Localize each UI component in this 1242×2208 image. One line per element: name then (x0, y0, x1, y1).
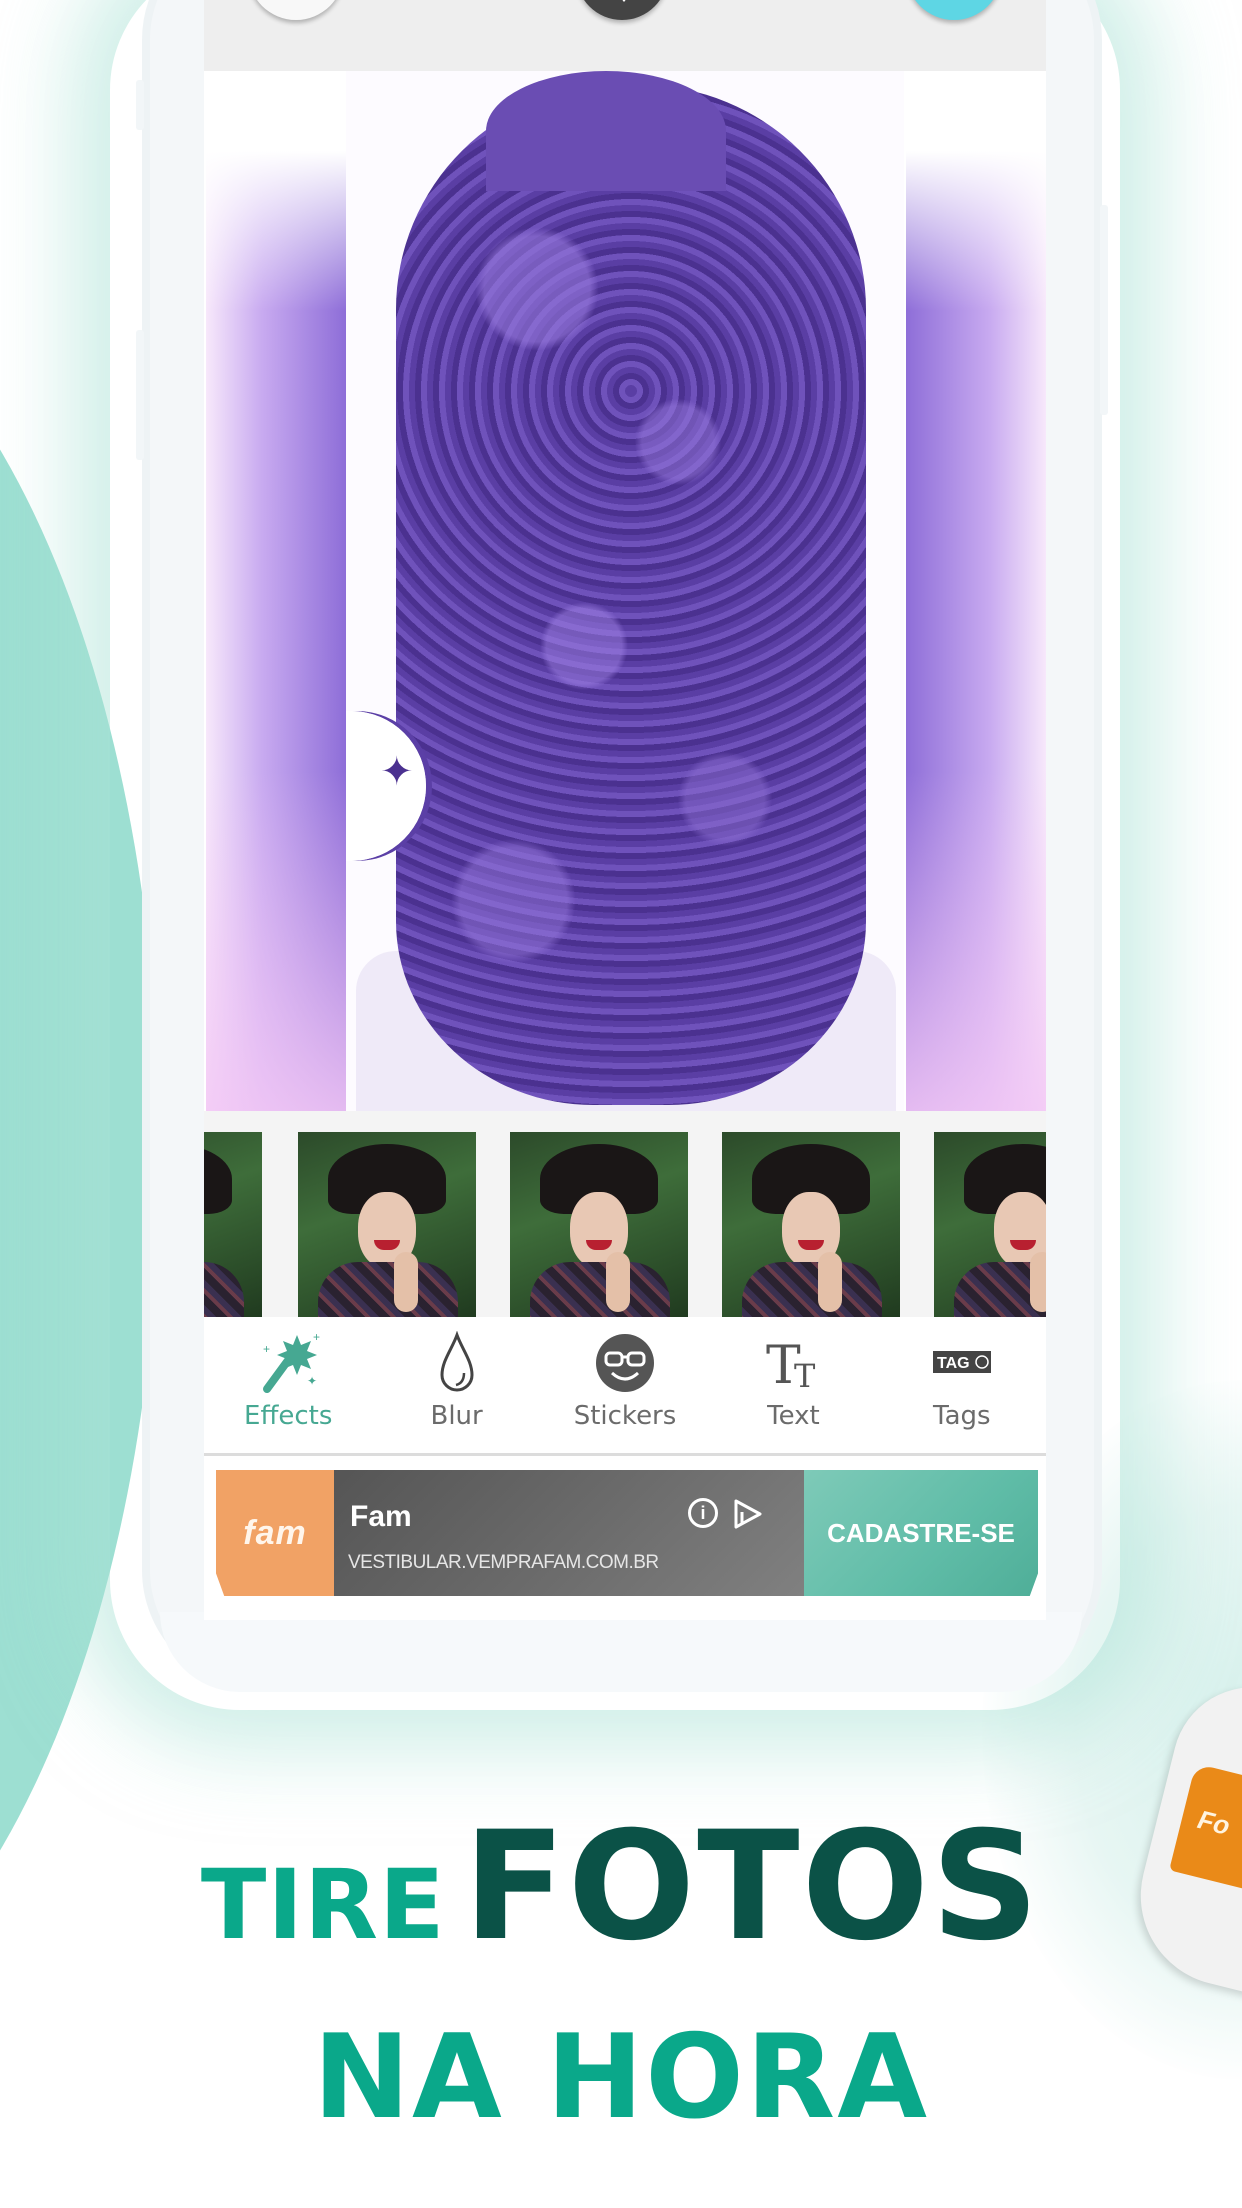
circle-white-button[interactable] (248, 0, 344, 20)
phone-volume-button (136, 330, 144, 460)
photo-hair-top (486, 71, 726, 191)
tool-label: Tags (933, 1401, 991, 1431)
svg-text:✦: ✦ (307, 1374, 317, 1388)
svg-text:TAG: TAG (937, 1355, 970, 1372)
app-screen: ✦ + + ✦ Effects Blur Stickers T T Text T… (204, 0, 1046, 1620)
tool-label: Effects (244, 1401, 333, 1431)
filter-thumbnail[interactable] (510, 1132, 688, 1318)
tool-label: Text (767, 1401, 820, 1431)
photo-blur-right (906, 151, 1046, 1111)
photo-canvas[interactable]: ✦ (204, 71, 1046, 1111)
filter-thumbnail[interactable] (934, 1132, 1046, 1318)
phone-side-button (136, 80, 144, 130)
filter-thumbnail[interactable] (204, 1132, 262, 1318)
smiley-glasses-icon (590, 1331, 660, 1395)
ad-url: VESTIBULAR.VEMPRAFAM.COM.BR (348, 1552, 659, 1573)
tool-stickers[interactable]: Stickers (541, 1317, 709, 1453)
headline-word-fotos: FOTOS (463, 1800, 1042, 1974)
tool-tags[interactable]: TAG Tags (878, 1317, 1046, 1453)
edited-photo: ✦ (346, 71, 904, 1111)
photo-blur-left (206, 151, 346, 1111)
svg-text:+: + (313, 1331, 320, 1344)
svg-text:T: T (794, 1357, 816, 1395)
ad-cta-button[interactable]: CADASTRE-SE (804, 1470, 1038, 1596)
info-icon[interactable]: i (688, 1498, 718, 1528)
tool-label: Blur (430, 1401, 483, 1431)
tool-effects[interactable]: + + ✦ Effects (204, 1317, 372, 1453)
star-sticker-icon: ✦ (380, 750, 414, 794)
ad-title: Fam (350, 1500, 412, 1533)
save-button[interactable] (906, 0, 1002, 20)
top-toolbar (204, 0, 1046, 71)
tool-text[interactable]: T T Text (709, 1317, 877, 1453)
photo-hair (396, 85, 866, 1105)
headline-line-2: NA HORA (312, 2010, 930, 2145)
filter-thumbnail[interactable] (298, 1132, 476, 1318)
droplet-icon (422, 1331, 492, 1395)
tag-icon: TAG (927, 1331, 997, 1395)
filter-thumbnail-strip[interactable] (204, 1111, 1046, 1318)
adchoices-play-icon[interactable] (732, 1498, 764, 1530)
phone-bottom-bezel (160, 1612, 1082, 1692)
text-tt-icon: T T (758, 1331, 828, 1395)
editing-tools-bar: + + ✦ Effects Blur Stickers T T Text TAG… (204, 1317, 1046, 1456)
share-button[interactable] (576, 0, 668, 20)
ad-banner[interactable]: fam Fam VESTIBULAR.VEMPRAFAM.COM.BR i CA… (216, 1470, 1038, 1596)
tool-blur[interactable]: Blur (372, 1317, 540, 1453)
headline-line-1: TIRE FOTOS (0, 1800, 1242, 1974)
magic-wand-icon: + + ✦ (253, 1331, 323, 1395)
filter-thumbnail[interactable] (722, 1132, 900, 1318)
svg-text:+: + (263, 1342, 270, 1356)
phone-power-button (1100, 205, 1108, 415)
ad-body[interactable]: Fam VESTIBULAR.VEMPRAFAM.COM.BR i (334, 1470, 804, 1596)
headline-word-tire: TIRE (200, 1849, 446, 1961)
ad-logo: fam (216, 1470, 334, 1596)
tool-label: Stickers (573, 1401, 677, 1431)
